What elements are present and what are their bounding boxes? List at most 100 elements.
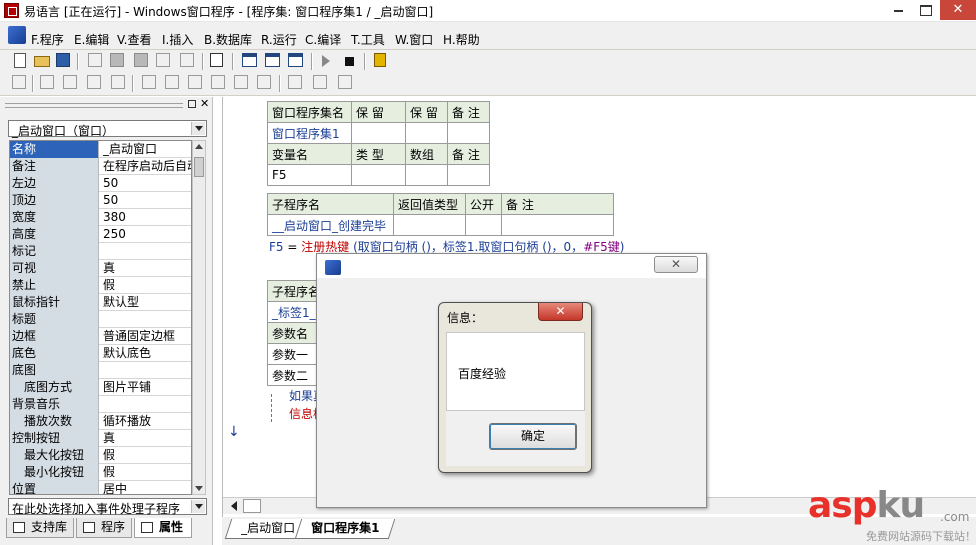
- table-cell[interactable]: 返回值类型: [393, 193, 466, 215]
- property-value[interactable]: [101, 243, 191, 260]
- property-value[interactable]: 250: [101, 226, 191, 243]
- table-cell[interactable]: 备 注: [501, 193, 614, 215]
- message-box-close-button[interactable]: ✕: [538, 303, 583, 321]
- chevron-down-icon[interactable]: [191, 122, 205, 135]
- table-cell[interactable]: 公开: [465, 193, 502, 215]
- table-cell[interactable]: [405, 164, 448, 186]
- property-row[interactable]: 位置 居中: [10, 481, 191, 494]
- table-cell[interactable]: 变量名: [267, 143, 352, 165]
- table-cell[interactable]: [405, 122, 448, 144]
- menu-insert[interactable]: I.插入: [162, 31, 193, 48]
- close-button[interactable]: ✕: [940, 0, 976, 20]
- table-cell[interactable]: 窗口程序集名: [267, 101, 352, 123]
- document-icon[interactable]: [8, 26, 26, 44]
- scroll-thumb[interactable]: [243, 499, 261, 513]
- property-row[interactable]: 播放次数 循环播放: [10, 413, 191, 430]
- property-row[interactable]: 最小化按钮假: [10, 464, 191, 481]
- property-value[interactable]: [101, 311, 191, 328]
- property-row[interactable]: 底图方式 图片平铺: [10, 379, 191, 396]
- property-value[interactable]: 50: [101, 175, 191, 192]
- property-value[interactable]: 380: [101, 209, 191, 226]
- property-value[interactable]: 默认底色: [101, 345, 191, 362]
- property-row[interactable]: 左边 50: [10, 175, 191, 192]
- stop-icon[interactable]: [345, 57, 354, 66]
- undo-icon[interactable]: [156, 53, 170, 67]
- align-grid-icon[interactable]: [12, 75, 26, 89]
- center-window-h-icon[interactable]: [288, 75, 302, 89]
- table-cell[interactable]: [447, 164, 490, 186]
- property-row[interactable]: 最大化按钮假: [10, 447, 191, 464]
- pin-icon[interactable]: [188, 100, 196, 108]
- menu-help[interactable]: H.帮助: [443, 31, 480, 48]
- scroll-up-icon[interactable]: [195, 144, 203, 149]
- property-row[interactable]: 高度 250: [10, 226, 191, 243]
- copy-icon[interactable]: [110, 53, 124, 67]
- property-value[interactable]: 假: [101, 464, 191, 481]
- align-top-icon[interactable]: [87, 75, 101, 89]
- property-row[interactable]: 标记: [10, 243, 191, 260]
- table-cell[interactable]: [351, 164, 406, 186]
- object-selector[interactable]: _启动窗口（窗口）: [8, 120, 207, 138]
- table-cell[interactable]: 类 型: [351, 143, 406, 165]
- property-value[interactable]: 假: [101, 277, 191, 294]
- panel-grip[interactable]: [5, 103, 183, 108]
- layout-top-icon[interactable]: [265, 53, 280, 67]
- panel-close-icon[interactable]: ✕: [200, 97, 209, 110]
- new-file-icon[interactable]: [14, 53, 26, 68]
- menu-database[interactable]: B.数据库: [204, 31, 252, 48]
- property-row[interactable]: 边框 普通固定边框: [10, 328, 191, 345]
- property-row[interactable]: 顶边 50: [10, 192, 191, 209]
- menu-view[interactable]: V.查看: [117, 31, 151, 48]
- center-window-v-icon[interactable]: [313, 75, 327, 89]
- find-icon[interactable]: [210, 53, 223, 67]
- property-value[interactable]: 在程序启动后自动: [101, 158, 191, 175]
- form-close-button[interactable]: ✕: [654, 256, 698, 273]
- redo-icon[interactable]: [180, 53, 194, 67]
- table-cell[interactable]: [351, 122, 406, 144]
- align-center-icon[interactable]: [63, 75, 77, 89]
- property-value[interactable]: 图片平铺: [101, 379, 191, 396]
- align-bottom-icon[interactable]: [111, 75, 125, 89]
- table-cell[interactable]: [447, 122, 490, 144]
- property-value[interactable]: 真: [101, 260, 191, 277]
- table-cell[interactable]: 保 留: [405, 101, 448, 123]
- property-value[interactable]: 普通固定边框: [101, 328, 191, 345]
- property-row[interactable]: 控制按钮真: [10, 430, 191, 447]
- menu-window[interactable]: W.窗口: [395, 31, 433, 48]
- table-cell[interactable]: [501, 214, 614, 236]
- table-cell[interactable]: 窗口程序集1: [267, 122, 352, 144]
- tab-window-assembly[interactable]: 窗口程序集1: [294, 519, 396, 539]
- tab-order-icon[interactable]: [338, 75, 352, 89]
- menu-edit[interactable]: E.编辑: [74, 31, 109, 48]
- property-value[interactable]: 真: [101, 430, 191, 447]
- space-horizontal-icon[interactable]: [211, 75, 225, 89]
- cut-icon[interactable]: [88, 53, 102, 67]
- menu-tools[interactable]: T.工具: [351, 31, 385, 48]
- table-cell[interactable]: F5: [267, 164, 352, 186]
- table-cell[interactable]: 保 留: [351, 101, 406, 123]
- minimize-button[interactable]: [885, 0, 911, 20]
- property-row[interactable]: 可视真: [10, 260, 191, 277]
- same-size-icon[interactable]: [188, 75, 202, 89]
- table-cell[interactable]: 数组: [405, 143, 448, 165]
- property-scrollbar[interactable]: [192, 140, 206, 495]
- property-row[interactable]: 禁止假: [10, 277, 191, 294]
- property-value[interactable]: 循环播放: [101, 413, 191, 430]
- scroll-thumb[interactable]: [194, 157, 204, 177]
- menu-compile[interactable]: C.编译: [305, 31, 341, 48]
- align-left-icon[interactable]: [40, 75, 54, 89]
- space-vertical-icon[interactable]: [234, 75, 248, 89]
- run-icon[interactable]: [322, 55, 330, 67]
- table-cell[interactable]: __启动窗口_创建完毕: [267, 214, 394, 236]
- open-folder-icon[interactable]: [34, 56, 50, 67]
- event-selector[interactable]: 在此处选择加入事件处理子程序: [8, 498, 207, 516]
- table-cell[interactable]: 备 注: [447, 143, 490, 165]
- maximize-button[interactable]: [912, 0, 938, 20]
- property-value[interactable]: [101, 362, 191, 379]
- property-value[interactable]: _启动窗口: [101, 141, 191, 158]
- ok-button[interactable]: 确定: [489, 423, 577, 450]
- property-row[interactable]: 名称 _启动窗口: [10, 141, 191, 158]
- property-value[interactable]: 默认型: [101, 294, 191, 311]
- property-row[interactable]: 背景音乐: [10, 396, 191, 413]
- menu-run[interactable]: R.运行: [261, 31, 297, 48]
